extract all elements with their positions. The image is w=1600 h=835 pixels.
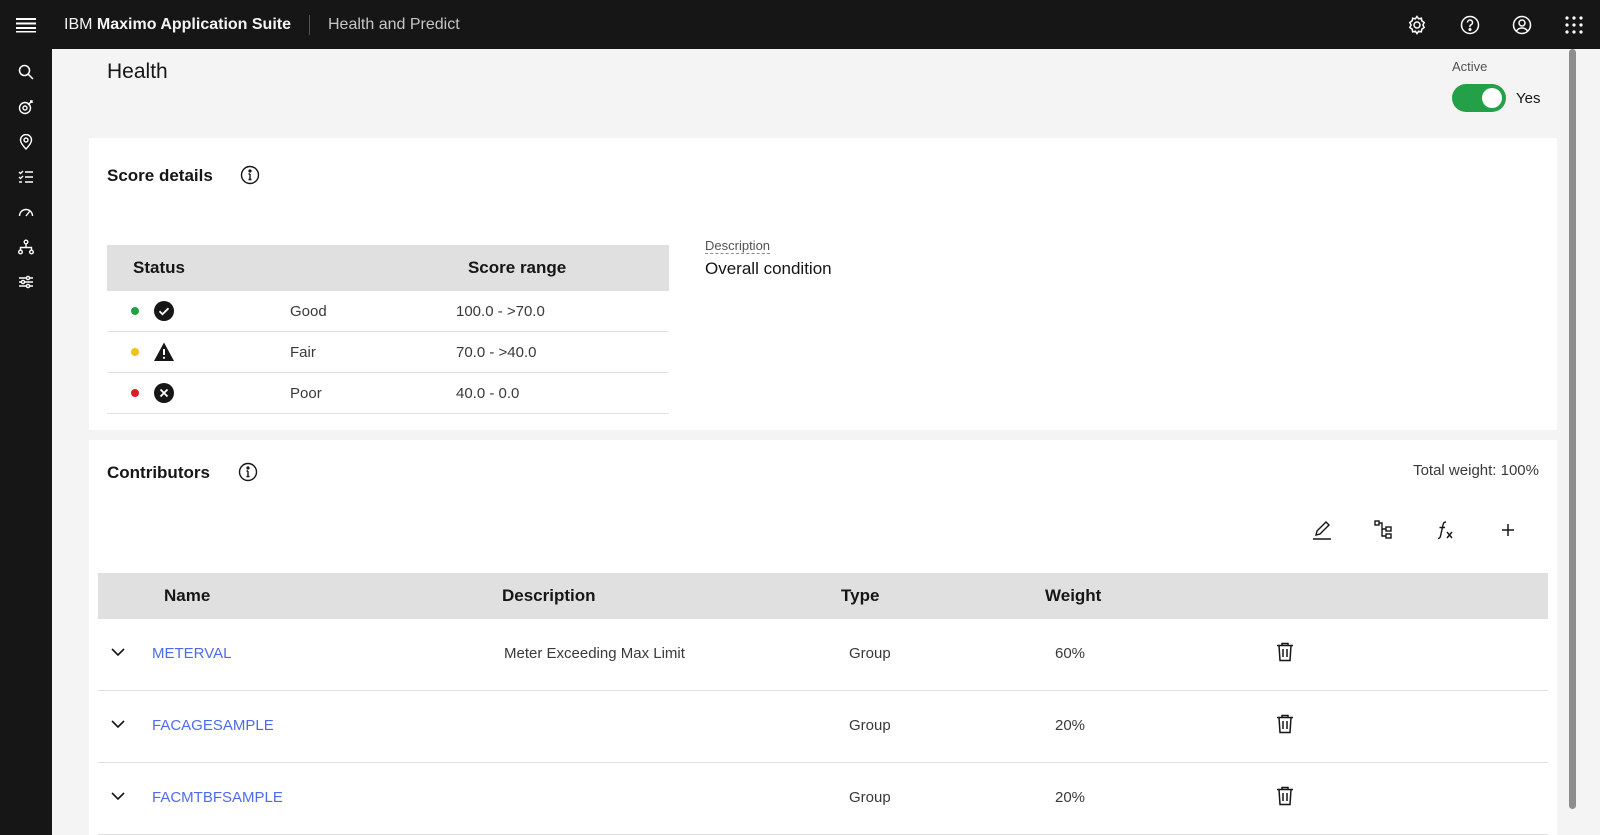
contributors-table-header: Name Description Type Weight [98, 573, 1548, 619]
description-label: Description [705, 238, 771, 254]
contributor-weight: 20% [1055, 717, 1086, 734]
toggle-knob [1482, 88, 1502, 108]
delete-icon[interactable] [1276, 714, 1294, 738]
table-row: FACAGESAMPLE Group 20% [98, 691, 1548, 763]
assets-icon[interactable] [0, 89, 52, 124]
error-filled-icon [153, 382, 175, 404]
score-range: 70.0 - >40.0 [456, 343, 537, 361]
contributor-weight: 20% [1055, 789, 1086, 806]
column-description[interactable]: Description [502, 586, 596, 606]
top-header: IBM Maximo Application Suite Health and … [0, 0, 1600, 49]
edit-icon[interactable] [1291, 510, 1353, 550]
status-dot-yellow [131, 348, 139, 356]
score-table: Status Score range Good 100.0 - >70.0 Fa… [107, 245, 669, 414]
score-description: Description Overall condition [705, 237, 832, 279]
table-row: METERVAL Meter Exceeding Max Limit Group… [98, 619, 1548, 691]
active-label: Active [1452, 59, 1488, 74]
score-row-good: Good 100.0 - >70.0 [107, 291, 669, 332]
column-score-range: Score range [467, 258, 567, 277]
page-title: Health [107, 60, 168, 83]
location-icon[interactable] [0, 124, 52, 159]
search-icon[interactable] [0, 54, 52, 89]
status-label: Poor [290, 384, 322, 402]
active-toggle[interactable] [1452, 84, 1506, 112]
info-icon[interactable] [240, 165, 260, 190]
status-dot-green [131, 307, 139, 315]
scrollbar-thumb[interactable] [1569, 49, 1576, 809]
brand-product: Maximo Application Suite [96, 15, 291, 33]
contributors-panel: Contributors Total weight: 100% Name Des… [89, 440, 1557, 835]
column-status: Status [133, 258, 185, 277]
contributor-name-link[interactable]: METERVAL [152, 645, 231, 662]
contributor-name-link[interactable]: FACAGESAMPLE [152, 717, 274, 734]
menu-icon[interactable] [0, 0, 52, 49]
settings-icon[interactable] [1391, 0, 1443, 49]
formula-icon[interactable] [1415, 510, 1477, 550]
column-type[interactable]: Type [841, 586, 879, 606]
help-icon[interactable] [1444, 0, 1496, 49]
contributor-description: Meter Exceeding Max Limit [504, 645, 685, 662]
brand-name[interactable]: IBM Maximo Application Suite [52, 16, 309, 34]
active-toggle-group: Active Yes [1452, 59, 1540, 112]
contributors-table: Name Description Type Weight METERVAL Me… [98, 573, 1548, 835]
status-dot-red [131, 389, 139, 397]
total-weight: Total weight: 100% [1413, 462, 1539, 479]
status-label: Fair [290, 343, 316, 361]
left-nav-rail [0, 49, 52, 835]
description-value: Overall condition [705, 259, 832, 278]
score-table-header: Status Score range [107, 245, 669, 291]
app-name[interactable]: Health and Predict [310, 16, 460, 34]
checkmark-filled-icon [153, 300, 175, 322]
active-toggle-value: Yes [1516, 89, 1541, 107]
contributors-toolbar [1291, 510, 1539, 550]
score-details-panel: Score details Status Score range Good 10… [89, 138, 1557, 430]
contributor-weight: 60% [1055, 645, 1086, 662]
task-list-icon[interactable] [0, 159, 52, 194]
score-details-title: Score details [107, 166, 213, 185]
contributors-title: Contributors [107, 463, 210, 482]
user-avatar-icon[interactable] [1496, 0, 1548, 49]
contributor-type: Group [849, 645, 891, 662]
contributor-name-link[interactable]: FACMTBFSAMPLE [152, 789, 283, 806]
hierarchy-icon[interactable] [0, 229, 52, 264]
chevron-down-icon[interactable] [108, 714, 128, 738]
score-row-fair: Fair 70.0 - >40.0 [107, 332, 669, 373]
delete-icon[interactable] [1276, 642, 1294, 666]
column-weight[interactable]: Weight [1045, 586, 1101, 606]
add-icon[interactable] [1477, 510, 1539, 550]
chevron-down-icon[interactable] [108, 642, 128, 666]
info-icon[interactable] [238, 462, 258, 487]
score-range: 40.0 - 0.0 [456, 384, 520, 402]
column-name[interactable]: Name [164, 586, 210, 606]
chevron-down-icon[interactable] [108, 786, 128, 810]
contributor-type: Group [849, 717, 891, 734]
tree-view-icon[interactable] [1353, 510, 1415, 550]
settings-adjust-icon[interactable] [0, 264, 52, 299]
app-switcher-icon[interactable] [1548, 0, 1600, 49]
warning-filled-icon [153, 341, 175, 363]
page-scrollbar[interactable] [1568, 49, 1600, 835]
table-row: FACMTBFSAMPLE Group 20% [98, 763, 1548, 835]
score-range: 100.0 - >70.0 [456, 302, 545, 320]
delete-icon[interactable] [1276, 786, 1294, 810]
brand-prefix: IBM [64, 15, 93, 33]
gauge-icon[interactable] [0, 194, 52, 229]
status-label: Good [290, 302, 327, 320]
header-actions [1391, 0, 1600, 49]
contributor-type: Group [849, 789, 891, 806]
score-row-poor: Poor 40.0 - 0.0 [107, 373, 669, 414]
